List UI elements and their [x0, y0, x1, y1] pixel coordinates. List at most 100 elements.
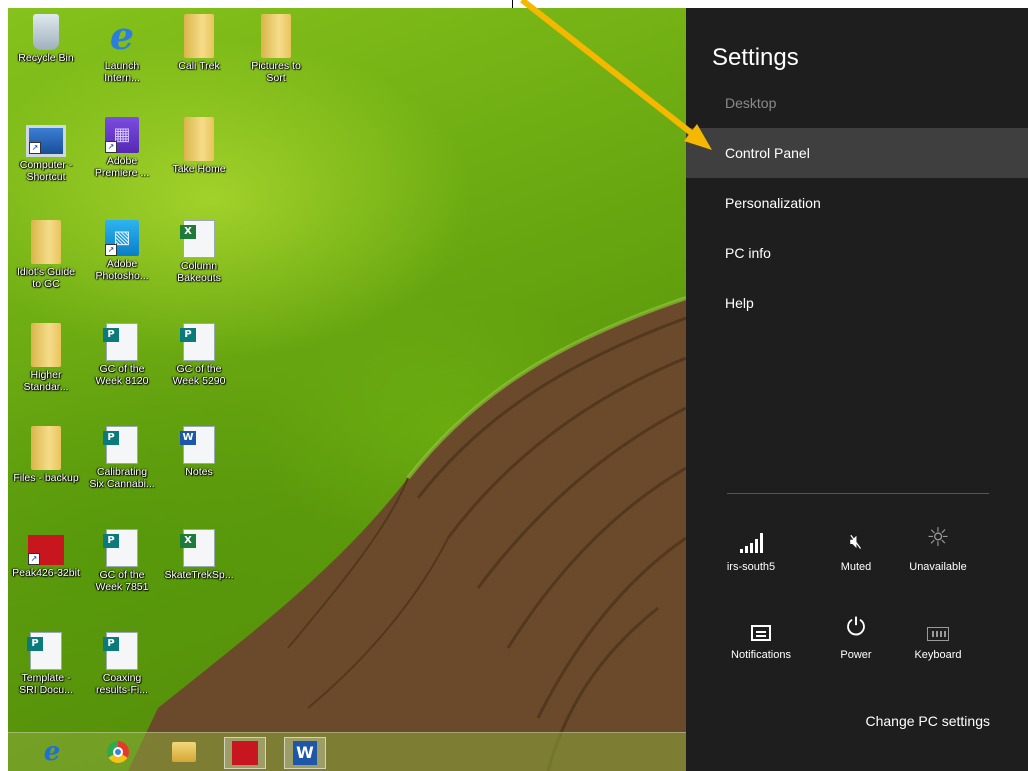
desktop-icon[interactable]: Pictures to Sort — [238, 14, 314, 84]
folder-icon — [31, 323, 61, 367]
desktop-icon[interactable]: Higher Standar... — [8, 323, 84, 393]
desktop-icon[interactable]: Cali Trek — [161, 14, 237, 72]
folder-icon — [261, 14, 291, 58]
taskbar-peak-button[interactable] — [224, 737, 266, 769]
chrome-icon — [107, 741, 129, 763]
desktop-icon-label: Take Home — [172, 163, 226, 175]
settings-charm-panel: Settings Desktop Control Panel Personali… — [686, 8, 1028, 771]
desktop-icon-label: GC of the Week 8120 — [95, 363, 149, 387]
word-icon: W — [180, 426, 215, 464]
desktop-icon-label: GC of the Week 5290 — [172, 363, 226, 387]
taskbar-chrome-button[interactable] — [98, 737, 138, 767]
brightness-label: Unavailable — [909, 561, 967, 573]
desktop-icon[interactable]: ↗ Computer - Shortcut — [8, 117, 84, 183]
internet-explorer-icon: e — [43, 737, 61, 767]
word-icon: W — [293, 741, 317, 765]
keyboard-icon — [927, 627, 949, 641]
desktop-icon-label: Column Bakeouts — [177, 260, 221, 284]
peak-app-icon: ↗ — [28, 535, 64, 565]
publisher-icon: P — [103, 426, 138, 464]
shortcut-arrow-icon: ↗ — [28, 553, 40, 565]
desktop-icon-label: Launch Intern... — [104, 60, 140, 84]
power-tile[interactable]: ⏻ Power — [813, 611, 899, 661]
photoshop-icon: ▧ ↗ — [105, 220, 139, 256]
desktop-icon[interactable]: P Coaxing results-Fi... — [84, 632, 160, 696]
desktop-icon[interactable]: Take Home — [161, 117, 237, 175]
desktop-icon-label: Adobe Photosho... — [95, 258, 149, 282]
desktop-icon[interactable]: ▦ ↗ Adobe Premiere ... — [84, 117, 160, 179]
desktop-icon[interactable]: P GC of the Week 8120 — [84, 323, 160, 387]
desktop-icon[interactable]: P GC of the Week 5290 — [161, 323, 237, 387]
folder-icon — [31, 426, 61, 470]
settings-title: Settings — [712, 44, 799, 71]
volume-tile[interactable]: 🔇︎ Muted — [813, 523, 899, 573]
taskbar-word-button[interactable]: W — [284, 737, 326, 769]
desktop-icon[interactable]: X Column Bakeouts — [161, 220, 237, 284]
publisher-icon: P — [180, 323, 215, 361]
folder-icon — [184, 14, 214, 58]
menu-item-control-panel[interactable]: Control Panel — [686, 128, 1028, 178]
publisher-icon: P — [27, 632, 62, 670]
desktop[interactable]: Recycle Bin e Launch Intern... Cali Trek Pic… — [8, 8, 686, 771]
taskbar-file-explorer-button[interactable] — [164, 737, 204, 767]
premiere-icon: ▦ ↗ — [105, 117, 139, 153]
menu-item-pc-info[interactable]: PC info — [686, 228, 1028, 278]
desktop-icon[interactable]: ▧ ↗ Adobe Photosho... — [84, 220, 160, 282]
menu-item-help[interactable]: Help — [686, 278, 1028, 328]
wifi-signal-icon — [739, 533, 763, 553]
volume-muted-icon: 🔇︎ — [849, 529, 863, 553]
desktop-icon-label: Calibrating Six Cannabi... — [89, 466, 155, 490]
folder-icon — [31, 220, 61, 264]
notifications-icon — [751, 625, 771, 641]
computer-icon: ↗ — [26, 125, 66, 157]
publisher-icon: P — [103, 323, 138, 361]
desktop-icon-label: GC of the Week 7851 — [95, 569, 149, 593]
peak-app-icon — [232, 741, 258, 765]
notifications-tile[interactable]: Notifications — [718, 611, 804, 661]
desktop-icon[interactable]: Files - backup — [8, 426, 84, 484]
taskbar-internet-explorer-button[interactable]: e — [32, 737, 72, 767]
folder-icon — [184, 117, 214, 161]
desktop-icon[interactable]: Idiot's Guide to GC — [8, 220, 84, 290]
menu-item-desktop[interactable]: Desktop — [686, 78, 1028, 128]
desktop-icon[interactable]: e Launch Intern... — [84, 14, 160, 85]
desktop-icon-label: Recycle Bin — [18, 52, 74, 64]
shortcut-arrow-icon: ↗ — [29, 142, 41, 154]
desktop-icon[interactable]: P Template - SRI Docu... — [8, 632, 84, 696]
desktop-icon-label: Higher Standar... — [23, 369, 69, 393]
power-icon: ⏻ — [846, 613, 866, 641]
desktop-icon[interactable]: X SkateTrekSp... — [161, 529, 237, 581]
volume-label: Muted — [840, 561, 872, 573]
publisher-icon: P — [103, 529, 138, 567]
desktop-icon[interactable]: W Notes — [161, 426, 237, 478]
desktop-icon-label: Pictures to Sort — [251, 60, 301, 84]
notifications-label: Notifications — [731, 649, 791, 661]
change-pc-settings-link[interactable]: Change PC settings — [865, 713, 990, 729]
quick-settings-divider — [727, 493, 989, 494]
desktop-icon-label: SkateTrekSp... — [164, 569, 234, 581]
desktop-icon[interactable]: Recycle Bin — [8, 14, 84, 64]
desktop-icon-label: Coaxing results-Fi... — [96, 672, 148, 696]
desktop-icon[interactable]: P Calibrating Six Cannabi... — [84, 426, 160, 490]
desktop-icon[interactable]: P GC of the Week 7851 — [84, 529, 160, 593]
excel-icon: X — [180, 220, 215, 258]
taskbar: e W — [8, 732, 686, 771]
menu-item-personalization[interactable]: Personalization — [686, 178, 1028, 228]
file-explorer-icon — [172, 742, 196, 762]
desktop-icon-label: Adobe Premiere ... — [94, 155, 150, 179]
network-tile[interactable]: irs-south5 — [708, 523, 794, 573]
keyboard-tile[interactable]: Keyboard — [895, 611, 981, 661]
desktop-icon-label: Files - backup — [13, 472, 79, 484]
desktop-icon-label: Template - SRI Docu... — [19, 672, 73, 696]
brightness-icon: ☼ — [926, 523, 950, 553]
desktop-icon-label: Cali Trek — [178, 60, 220, 72]
shortcut-arrow-icon: ↗ — [105, 141, 117, 153]
keyboard-label: Keyboard — [914, 649, 962, 661]
desktop-icon-label: Peak426-32bit — [12, 567, 80, 579]
desktop-icon[interactable]: ↗ Peak426-32bit — [8, 529, 84, 579]
brightness-tile[interactable]: ☼ Unavailable — [895, 523, 981, 573]
power-label: Power — [840, 649, 872, 661]
shortcut-arrow-icon: ↗ — [105, 244, 117, 256]
excel-icon: X — [180, 529, 215, 567]
recycle-bin-icon — [33, 14, 59, 50]
